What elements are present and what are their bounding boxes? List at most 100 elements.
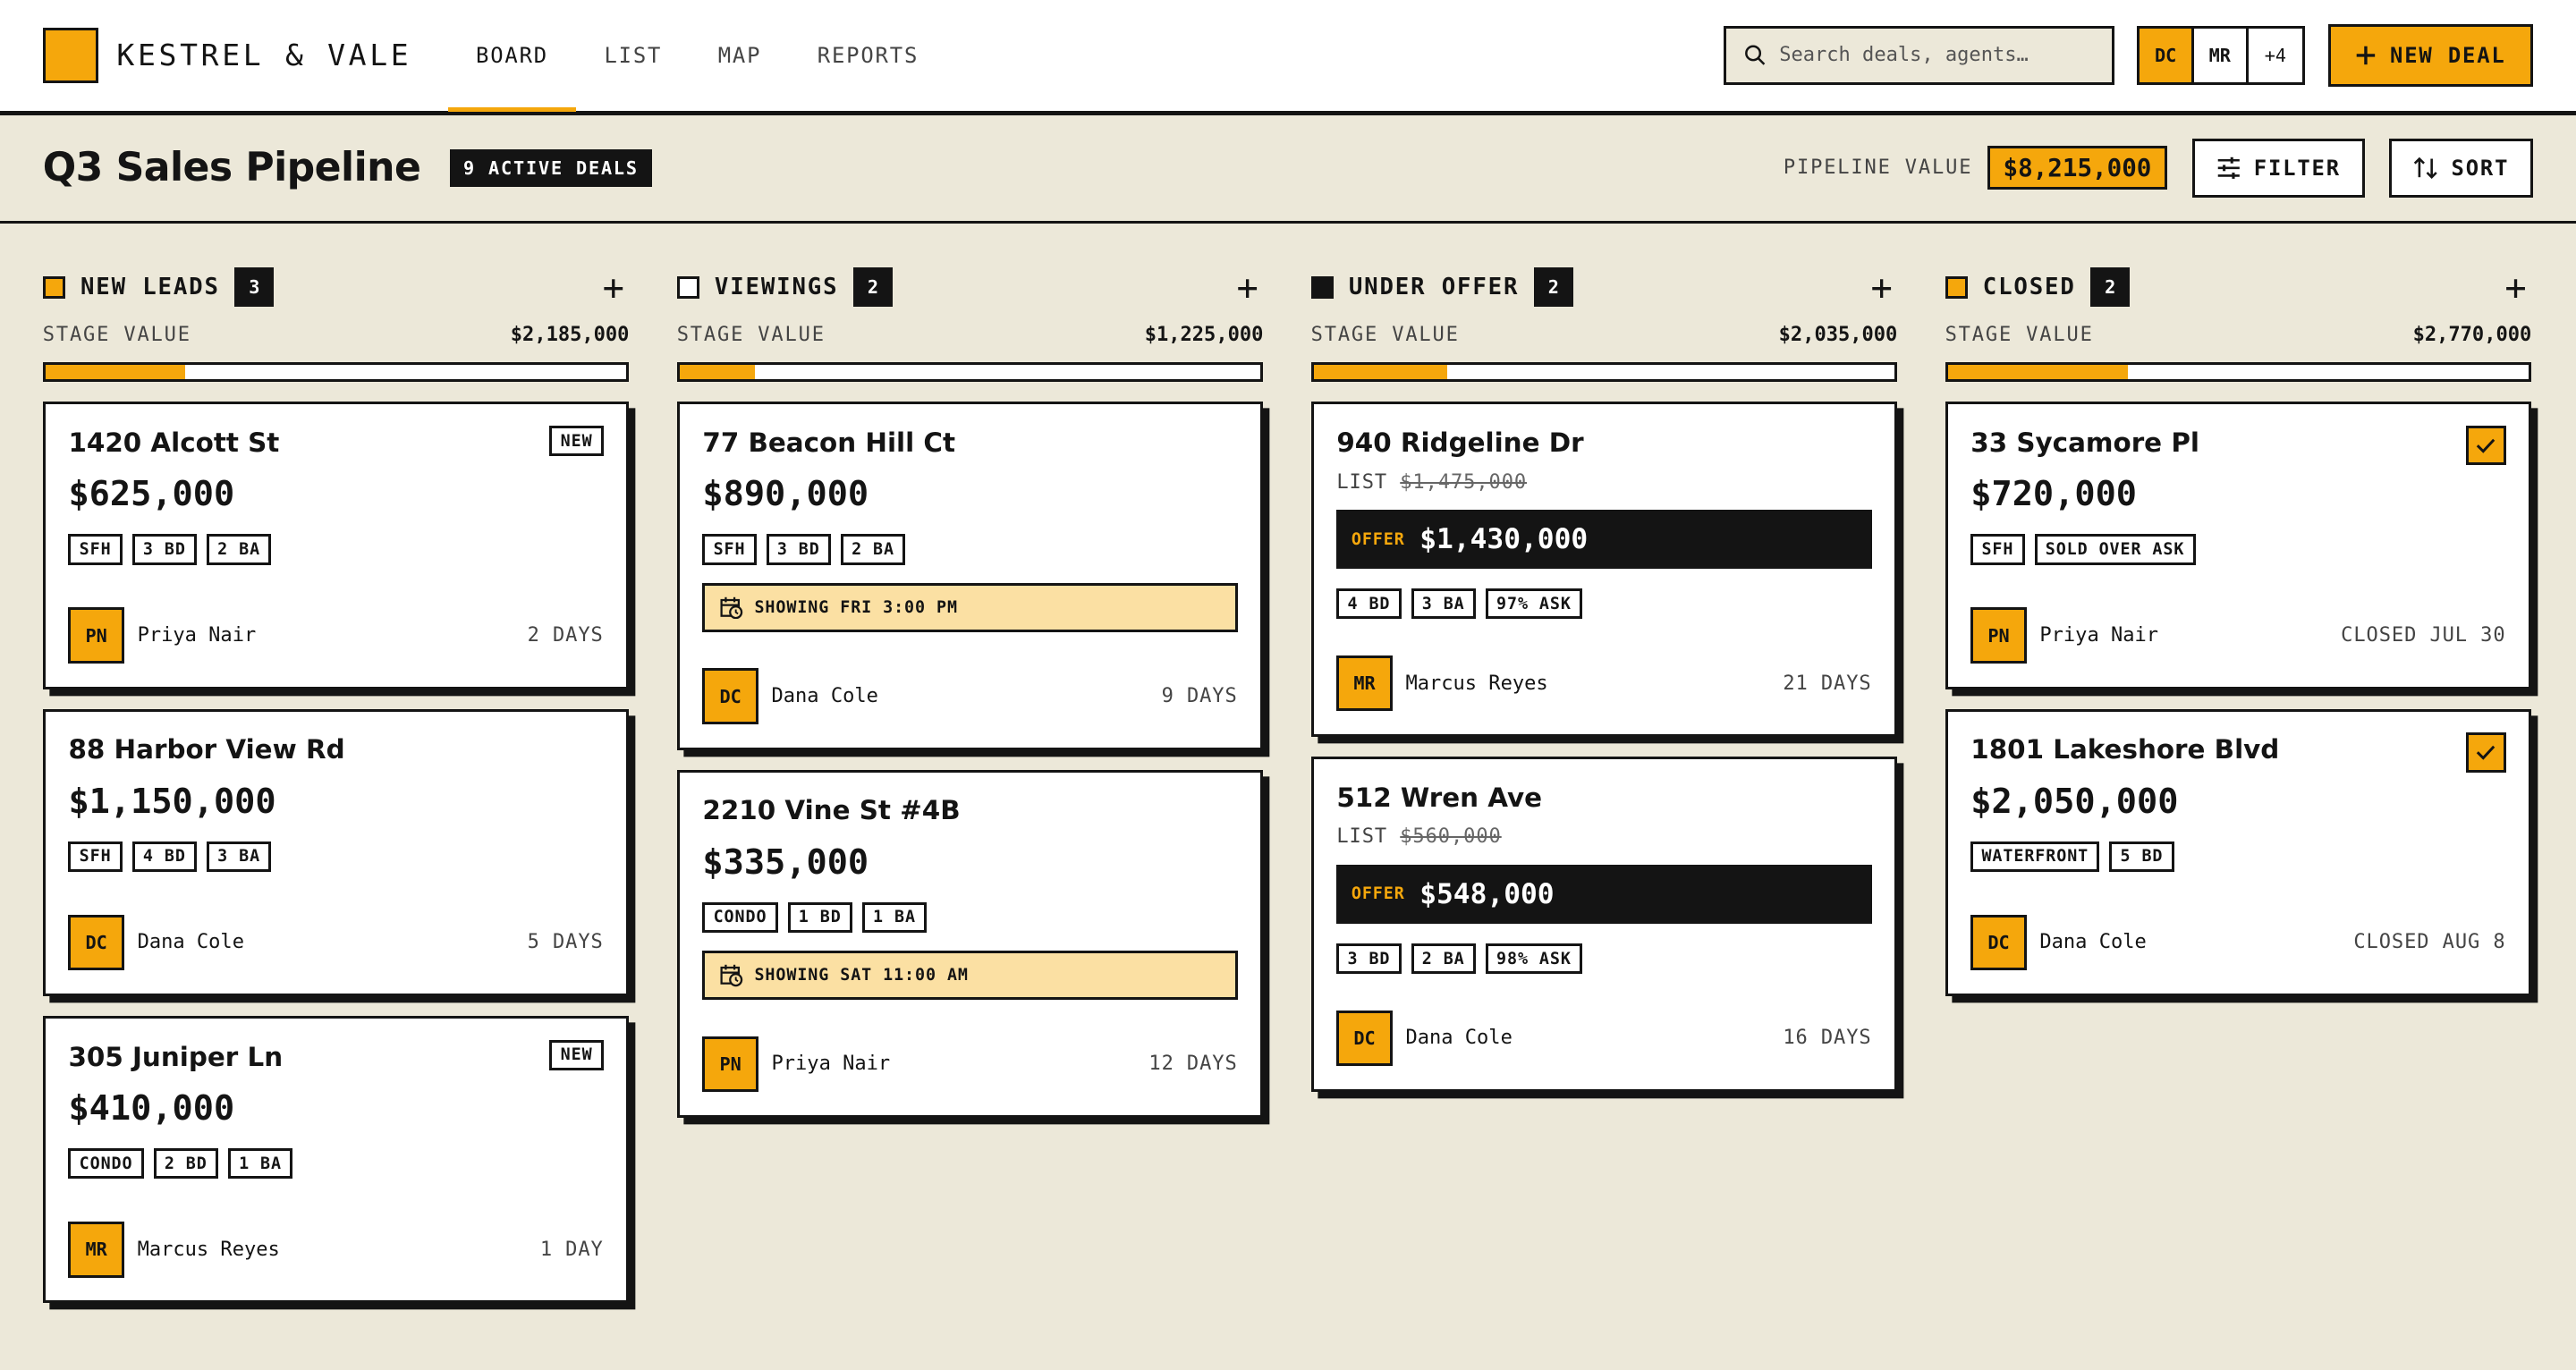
property-tag: SOLD OVER ASK <box>2034 534 2196 565</box>
agent-name: Marcus Reyes <box>137 1238 280 1261</box>
deal-age: 5 DAYS <box>527 931 604 954</box>
agent-avatar: PN <box>68 607 124 664</box>
column-header: CLOSED 2 + <box>1945 267 2532 308</box>
deal-address: 88 Harbor View Rd <box>68 734 345 765</box>
column-header: UNDER OFFER 2 + <box>1310 267 1898 308</box>
new-badge: NEW <box>549 1039 604 1071</box>
stage-marker-icon <box>42 275 66 300</box>
stage-value-label: STAGE VALUE <box>1945 323 2094 346</box>
deal-address: 33 Sycamore Pl <box>1970 427 2199 458</box>
deal-price: $890,000 <box>702 474 869 515</box>
deal-age: 21 DAYS <box>1783 672 1872 695</box>
closed-checkbox[interactable] <box>2466 426 2506 466</box>
closed-checkbox[interactable] <box>2466 732 2506 773</box>
column-count: 2 <box>1533 267 1573 308</box>
property-tag: WATERFRONT <box>1970 841 2100 873</box>
stage-progress-fill <box>45 365 185 380</box>
avatar[interactable]: MR <box>2194 28 2249 82</box>
add-card-plus-icon[interactable]: + <box>603 269 624 305</box>
top-header: KESTREL & VALE BOARD LIST MAP REPORTS DC… <box>0 0 2576 115</box>
column-count: 2 <box>2090 267 2131 308</box>
logo-mark-icon <box>42 27 99 83</box>
filter-label: FILTER <box>2253 155 2341 181</box>
calendar-clock-icon <box>720 964 743 987</box>
agent-name: Dana Cole <box>771 685 878 708</box>
add-card-plus-icon[interactable]: + <box>1237 269 1258 305</box>
agent-name: Priya Nair <box>771 1053 891 1076</box>
stage-value-label: STAGE VALUE <box>42 323 191 346</box>
stage-value-label: STAGE VALUE <box>676 323 826 346</box>
deal-card[interactable]: 940 Ridgeline Dr LIST $1,475,000 OFFER $1… <box>1310 402 1898 737</box>
offer-price: $548,000 <box>1419 877 1555 910</box>
property-tag: 4 BD <box>131 841 197 873</box>
property-tag: 3 BD <box>766 534 831 565</box>
agent-avatar: DC <box>702 668 758 724</box>
filter-button[interactable]: FILTER <box>2191 138 2365 198</box>
tab-board[interactable]: BOARD <box>447 0 577 113</box>
stage-progress-bar <box>1310 362 1898 383</box>
deal-card[interactable]: 33 Sycamore Pl $720,000 SFH SOLD OVER ASK… <box>1945 402 2532 689</box>
stage-marker-icon <box>676 275 700 300</box>
deal-card[interactable]: 305 Juniper Ln NEW $410,000 CONDO 2 BD 1 B… <box>42 1015 630 1304</box>
add-card-plus-icon[interactable]: + <box>1870 269 1892 305</box>
stage-value: $1,225,000 <box>1144 323 1264 346</box>
stage-progress-fill <box>679 365 756 380</box>
tab-list[interactable]: LIST <box>576 0 690 110</box>
agent-avatar: DC <box>1336 1010 1393 1067</box>
property-tag: 3 BD <box>131 534 197 565</box>
team-avatars[interactable]: DC MR +4 <box>2137 25 2306 85</box>
column-title: UNDER OFFER <box>1348 274 1520 301</box>
list-price: $1,475,000 <box>1400 470 1528 494</box>
deal-address: 2210 Vine St #4B <box>702 795 961 826</box>
deal-card[interactable]: 77 Beacon Hill Ct $890,000 SFH 3 BD 2 BA S… <box>676 402 1264 750</box>
deal-card[interactable]: 512 Wren Ave LIST $560,000 OFFER $548,000… <box>1310 757 1898 1092</box>
showing-banner[interactable]: SHOWING FRI 3:00 PM <box>702 582 1238 632</box>
deal-age: 1 DAY <box>539 1238 604 1261</box>
sort-button[interactable]: SORT <box>2389 138 2534 198</box>
search-icon <box>1744 45 1766 65</box>
property-tag: 3 BA <box>206 841 272 873</box>
deal-card[interactable]: 2210 Vine St #4B $335,000 CONDO 1 BD 1 BA … <box>676 769 1264 1118</box>
property-tag: 1 BA <box>861 901 928 933</box>
brand-logo[interactable]: KESTREL & VALE <box>42 27 412 83</box>
more-avatars-count[interactable]: +4 <box>2249 29 2303 82</box>
column-under-offer: UNDER OFFER 2 + STAGE VALUE $2,035,000 94… <box>1310 267 1898 1303</box>
agent-avatar: MR <box>1336 655 1393 712</box>
calendar-clock-icon <box>720 596 743 619</box>
deal-card[interactable]: 88 Harbor View Rd $1,150,000 SFH 4 BD 3 BA… <box>42 708 630 996</box>
plus-icon <box>2357 46 2376 65</box>
deal-price: $2,050,000 <box>1970 781 2179 822</box>
brand-name: KESTREL & VALE <box>116 38 412 73</box>
filter-sliders-icon <box>2217 156 2240 179</box>
stage-value: $2,035,000 <box>1778 323 1898 346</box>
property-tag: 2 BA <box>206 534 272 565</box>
search-input[interactable] <box>1779 44 2094 67</box>
property-tag: 2 BA <box>840 534 906 565</box>
deal-age: 2 DAYS <box>527 624 604 647</box>
kanban-board: NEW LEADS 3 + STAGE VALUE $2,185,000 1420… <box>0 267 2576 1304</box>
deal-price: $720,000 <box>1970 474 2137 515</box>
stage-progress-bar <box>676 362 1264 383</box>
agent-avatar: PN <box>1970 607 2027 664</box>
search-box[interactable] <box>1723 25 2114 85</box>
stage-value-label: STAGE VALUE <box>1310 323 1460 346</box>
add-card-plus-icon[interactable]: + <box>2504 269 2526 305</box>
tab-reports[interactable]: REPORTS <box>790 0 947 110</box>
showing-banner[interactable]: SHOWING SAT 11:00 AM <box>702 951 1238 1001</box>
checkmark-icon <box>2477 438 2496 453</box>
stage-value: $2,185,000 <box>510 323 630 346</box>
new-deal-button[interactable]: NEW DEAL <box>2327 23 2534 87</box>
new-badge: NEW <box>549 426 604 457</box>
deal-card[interactable]: 1801 Lakeshore Blvd $2,050,000 WATERFRON… <box>1945 708 2532 996</box>
property-tag: 1 BD <box>787 901 852 933</box>
closed-date: CLOSED JUL 30 <box>2341 624 2506 647</box>
property-tag: SFH <box>68 841 123 873</box>
property-tag: 1 BA <box>227 1148 293 1180</box>
deal-address: 305 Juniper Ln <box>68 1041 284 1072</box>
offer-label: OFFER <box>1351 884 1405 904</box>
agent-avatar: MR <box>68 1222 124 1278</box>
deal-card[interactable]: 1420 Alcott St NEW $625,000 SFH 3 BD 2 BA … <box>42 402 630 689</box>
property-tag: 3 BA <box>1411 588 1476 620</box>
tab-map[interactable]: MAP <box>690 0 789 110</box>
avatar[interactable]: DC <box>2140 28 2194 82</box>
